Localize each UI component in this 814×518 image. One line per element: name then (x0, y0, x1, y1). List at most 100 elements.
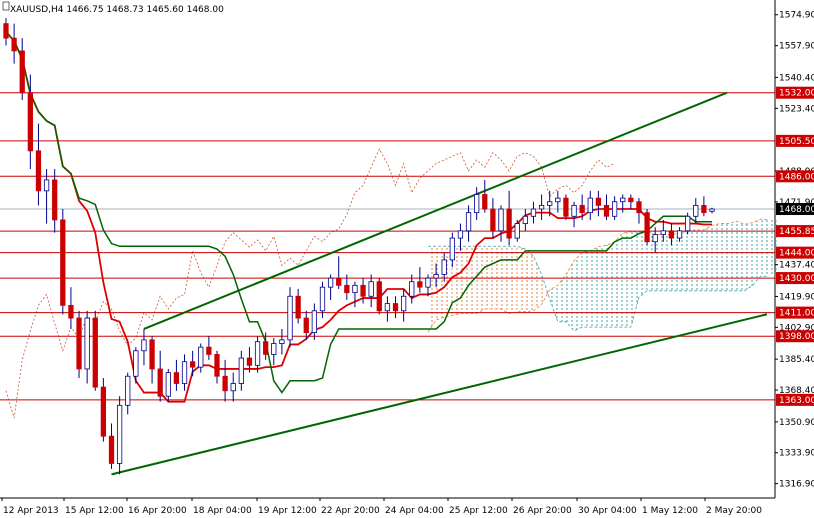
candle-body (514, 223, 520, 239)
candle-body (84, 317, 90, 370)
cloud-segment (565, 260, 575, 331)
candle-body (611, 201, 618, 217)
cloud-segment (557, 274, 566, 322)
level-label: 1505.50 (779, 137, 814, 147)
candle-body (108, 435, 115, 464)
candle-body (76, 317, 82, 370)
candle-body (490, 208, 496, 232)
x-tick-label: 16 Apr 20:00 (128, 506, 187, 516)
level-label: 1444.00 (779, 249, 814, 259)
candle-body (652, 234, 658, 243)
cloud-segment (590, 246, 599, 328)
candle-body (538, 204, 545, 210)
candle-body (563, 197, 569, 217)
candle-body (133, 350, 139, 377)
cloud-segment (712, 223, 721, 291)
y-tick-label: 1333.90 (779, 449, 814, 459)
candle-body (603, 204, 610, 217)
level-label: 1363.00 (779, 396, 814, 406)
cloud-segment (736, 221, 745, 291)
candle-body (149, 339, 155, 370)
candle-body (376, 281, 382, 312)
candle-body (709, 208, 715, 212)
candle-body (384, 303, 391, 312)
cloud-segment (728, 221, 737, 291)
cloud-segment (687, 229, 696, 291)
x-tick-label: 2 May 20:00 (706, 506, 762, 516)
candle-body (465, 212, 472, 232)
candle-body (246, 357, 253, 366)
candle-body (52, 179, 58, 221)
candle-body (498, 208, 504, 232)
candle-body (214, 354, 220, 377)
candle-body (19, 50, 25, 94)
level-label: 1486.00 (779, 172, 814, 182)
candle-body (35, 150, 42, 192)
y-tick-label: 1557.90 (779, 42, 814, 52)
x-tick-label: 26 Apr 20:00 (513, 506, 572, 516)
candle-body (579, 204, 585, 214)
candle-body (530, 208, 537, 217)
symbol-header: XAUUSD,H4 1466.75 1468.73 1465.60 1468.0… (10, 5, 224, 15)
candle-body (206, 346, 212, 355)
cloud-segment (744, 222, 753, 291)
candle-body (198, 346, 204, 368)
lower-trendline (111, 313, 768, 476)
candle-body (157, 368, 163, 397)
candle-body (92, 317, 98, 388)
candle-body (27, 92, 33, 152)
candle-body (522, 215, 528, 224)
candle-body (571, 204, 577, 217)
y-tick-label: 1419.90 (779, 292, 814, 302)
candle-body (644, 212, 650, 243)
cloud-segment (760, 219, 769, 277)
candle-body (636, 201, 642, 214)
candle-body (336, 277, 342, 286)
candle-body (595, 197, 602, 206)
cloud-segment (436, 246, 445, 320)
candle-body (68, 304, 74, 319)
y-tick-label: 1316.90 (779, 480, 814, 490)
current-price-label: 1468.00 (779, 205, 814, 215)
cloud-segment (598, 245, 607, 328)
candle-body (190, 361, 196, 368)
level-label: 1398.00 (779, 332, 814, 342)
candle-body (141, 339, 147, 352)
window-menu-icon[interactable] (2, 1, 10, 11)
candle-body (555, 197, 561, 203)
candle-body (116, 404, 123, 464)
candle-body (11, 37, 17, 52)
header-icon-box[interactable] (2, 1, 10, 11)
cloud-segment (720, 223, 729, 291)
candle-body (60, 219, 66, 306)
cloud-segment (671, 233, 680, 291)
candle-body (628, 197, 634, 203)
cloud-segment (460, 246, 469, 314)
level-label: 1430.00 (779, 274, 814, 284)
cloud-segment (663, 234, 672, 291)
candle-body (457, 230, 464, 239)
candle-body (263, 341, 269, 355)
candle-body (441, 259, 447, 275)
candle-body (685, 215, 691, 232)
y-tick-label: 1437.40 (779, 261, 814, 271)
candle-body (254, 341, 261, 366)
candle-body (587, 197, 593, 214)
candle-body (433, 274, 439, 279)
x-tick-label: 12 Apr 2013 (3, 506, 59, 516)
price-chart[interactable]: 1574.901557.901540.401523.401488.901471.… (0, 0, 814, 518)
cloud-segment (541, 274, 550, 305)
candle-body (295, 295, 301, 319)
candle-body (360, 284, 366, 297)
candle-body (344, 284, 350, 294)
candle-body (409, 281, 415, 297)
candle-body (303, 317, 309, 334)
candle-body (165, 372, 171, 397)
cloud-segment (703, 225, 712, 291)
candle-body (392, 303, 399, 312)
x-tick-label: 1 May 12:00 (642, 506, 698, 516)
candle-body (676, 230, 683, 239)
x-tick-label: 25 Apr 12:00 (449, 506, 508, 516)
candle-body (287, 295, 293, 341)
cloud-segment (509, 246, 518, 314)
